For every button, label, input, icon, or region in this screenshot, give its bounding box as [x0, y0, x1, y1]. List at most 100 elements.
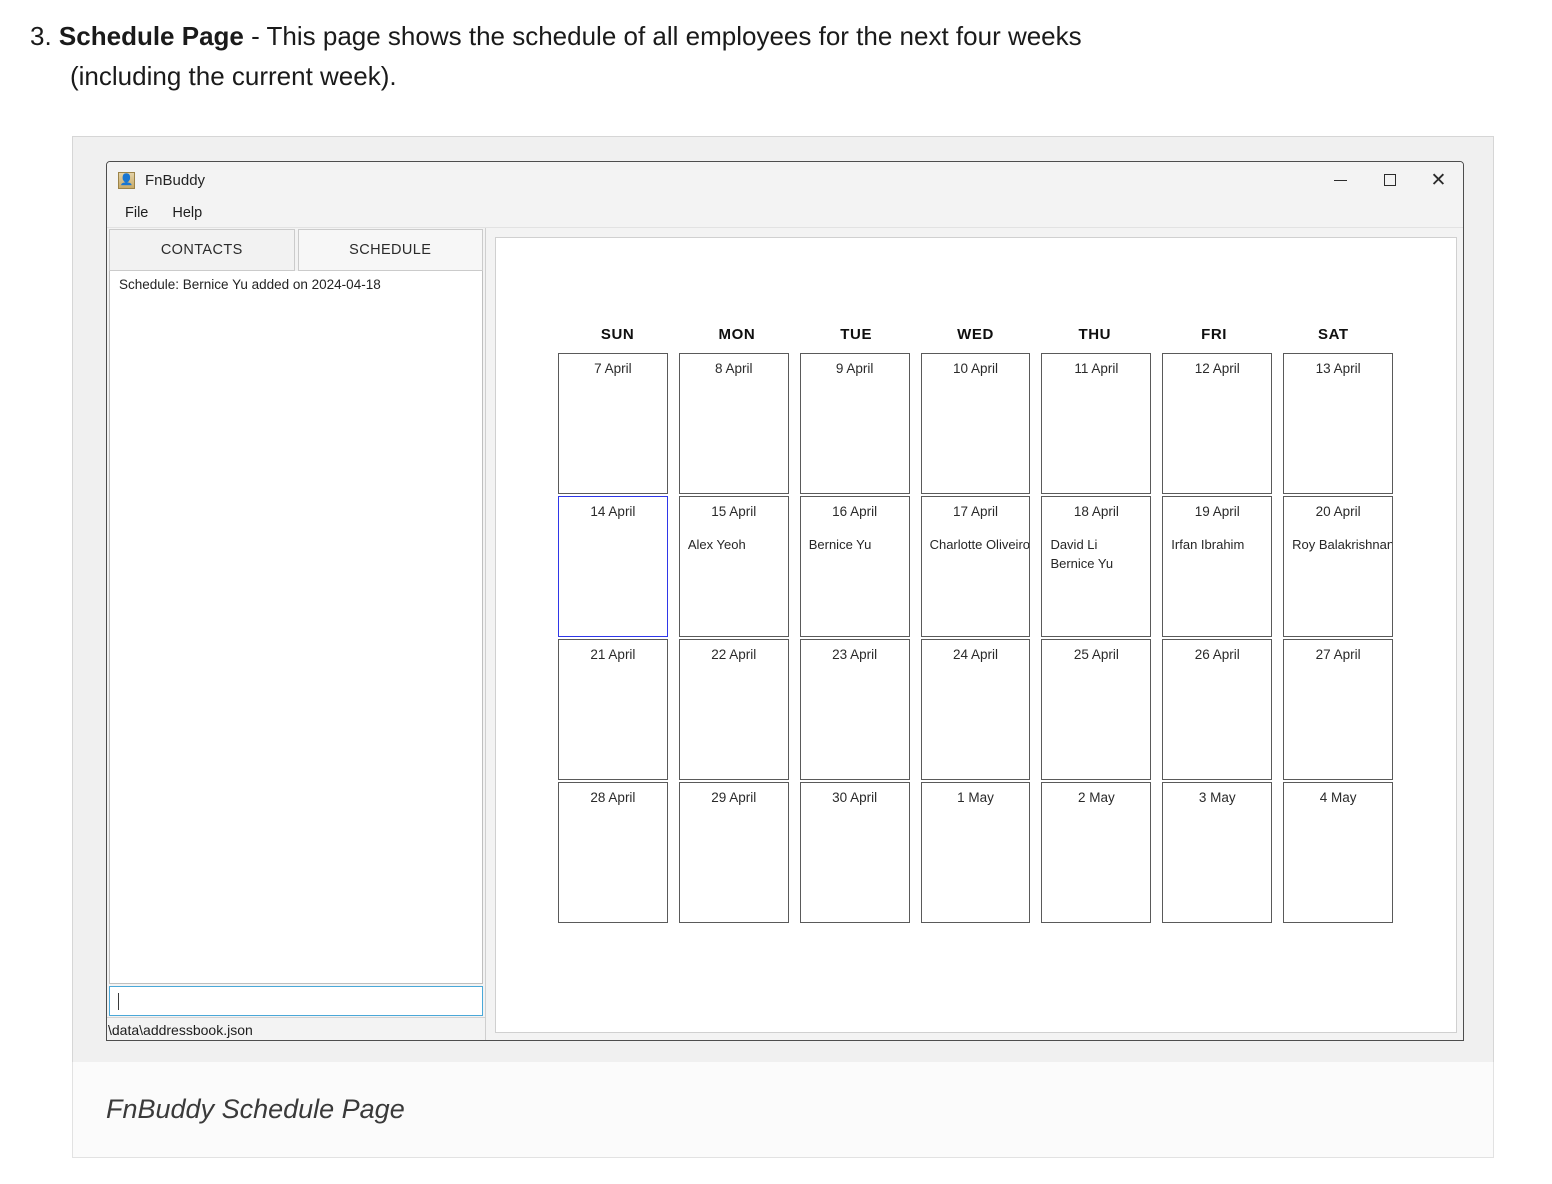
calendar-day-cell[interactable]: 21 April — [558, 639, 668, 780]
calendar-week-row: 21 April 22 April 23 April 24 April 25 April… — [558, 639, 1394, 780]
calendar-day-entries: Irfan Ibrahim — [1169, 535, 1265, 554]
calendar-day-cell[interactable]: 25 April — [1041, 639, 1152, 780]
left-panel: CONTACTS SCHEDULE Schedule: Bernice Yu a… — [107, 228, 486, 1040]
calendar-day-date: 25 April — [1073, 647, 1119, 662]
calendar-day-date: 12 April — [1194, 361, 1240, 376]
calendar-entry-name: Roy Balakrishnan — [1292, 537, 1394, 552]
day-of-week-header-row: SUN MON TUE WED THU FRI SAT — [558, 326, 1393, 343]
figure-container: 👤 FnBuddy ✕ File Help CONTACTS SCHEDULE … — [72, 136, 1494, 1142]
day-header-mon: MON — [718, 326, 756, 343]
calendar-day-date: 13 April — [1315, 361, 1361, 376]
calendar-day-cell[interactable]: 22 April — [678, 639, 789, 780]
calendar-day-date: 18 April — [1073, 504, 1119, 519]
calendar-day-date: 30 April — [832, 790, 878, 805]
calendar-day-date: 29 April — [711, 790, 757, 805]
calendar-day-cell[interactable]: 11 April — [1041, 353, 1152, 494]
window-titlebar: 👤 FnBuddy ✕ — [107, 162, 1463, 198]
calendar-day-date: 8 April — [715, 361, 753, 376]
tab-schedule[interactable]: SCHEDULE — [297, 229, 483, 271]
calendar-day-cell[interactable]: 15 April Alex Yeoh — [678, 496, 789, 637]
right-panel: SUN MON TUE WED THU FRI SAT 7 April 8 Apr… — [486, 228, 1463, 1040]
day-header-sun: SUN — [600, 326, 635, 343]
maximize-button[interactable] — [1365, 162, 1414, 198]
calendar-grid: SUN MON TUE WED THU FRI SAT 7 April 8 Apr… — [558, 326, 1394, 925]
calendar-day-cell[interactable]: 17 April Charlotte Oliveiro — [920, 496, 1031, 637]
calendar-week-row: 28 April 29 April 30 April 1 May 2 May 3 May 4… — [558, 782, 1394, 923]
minimize-button[interactable] — [1316, 162, 1365, 198]
calendar-day-cell[interactable]: 28 April — [558, 782, 668, 923]
calendar-day-date: 11 April — [1074, 361, 1119, 376]
calendar-day-cell[interactable]: 23 April — [799, 639, 910, 780]
calendar-day-date: 28 April — [590, 790, 636, 805]
application-window: 👤 FnBuddy ✕ File Help CONTACTS SCHEDULE … — [106, 161, 1464, 1041]
calendar-day-date: 14 April — [590, 504, 636, 519]
calendar-day-entries: Alex Yeoh — [686, 535, 782, 554]
calendar-day-entries: David Li Bernice Yu — [1048, 535, 1144, 573]
calendar-day-date: 1 May — [957, 790, 994, 805]
menu-bar: File Help — [107, 198, 1463, 228]
window-title: FnBuddy — [145, 171, 206, 189]
close-icon: ✕ — [1430, 169, 1447, 191]
calendar-entry-name: Bernice Yu — [808, 537, 872, 552]
calendar-entry-name: Irfan Ibrahim — [1171, 537, 1245, 552]
day-header-wed: WED — [957, 326, 994, 343]
result-display-panel[interactable]: Schedule: Bernice Yu added on 2024-04-18 — [109, 271, 483, 984]
section-description-line1: - This page shows the schedule of all em… — [243, 21, 1082, 51]
calendar-day-cell[interactable]: 1 May — [920, 782, 1031, 923]
calendar-day-date: 26 April — [1194, 647, 1240, 662]
calendar-day-entries: Charlotte Oliveiro — [928, 535, 1031, 554]
text-caret — [118, 992, 119, 1010]
calendar-day-cell[interactable]: 26 April — [1162, 639, 1273, 780]
calendar-entry-name: Charlotte Oliveiro — [929, 537, 1031, 552]
close-button[interactable]: ✕ — [1414, 162, 1463, 198]
tab-contacts[interactable]: CONTACTS — [109, 229, 295, 271]
calendar-day-date: 24 April — [952, 647, 999, 662]
calendar-day-date: 4 May — [1319, 790, 1357, 805]
calendar-day-cell[interactable]: 12 April — [1162, 353, 1273, 494]
section-heading: Schedule Page — [58, 21, 244, 51]
maximize-icon — [1383, 174, 1396, 186]
calendar-day-cell[interactable]: 24 April — [920, 639, 1031, 780]
calendar-day-date: 16 April — [832, 504, 878, 519]
calendar-day-date: 23 April — [832, 647, 878, 662]
calendar-day-cell[interactable]: 20 April Roy Balakrishnan — [1283, 496, 1394, 637]
calendar-surface: SUN MON TUE WED THU FRI SAT 7 April 8 Apr… — [495, 237, 1457, 1033]
calendar-day-cell[interactable]: 3 May — [1162, 782, 1273, 923]
calendar-day-date: 2 May — [1077, 790, 1115, 805]
document-intro-paragraph: 3. Schedule Page - This page shows the s… — [30, 16, 1430, 97]
calendar-day-cell[interactable]: 7 April — [558, 353, 668, 494]
calendar-day-cell[interactable]: 19 April Irfan Ibrahim — [1162, 496, 1273, 637]
calendar-day-cell[interactable]: 14 April — [558, 496, 668, 637]
calendar-day-cell[interactable]: 8 April — [678, 353, 789, 494]
calendar-day-cell[interactable]: 2 May — [1041, 782, 1152, 923]
calendar-day-cell[interactable]: 27 April — [1283, 639, 1394, 780]
calendar-day-cell[interactable]: 4 May — [1283, 782, 1394, 923]
calendar-day-cell[interactable]: 30 April — [799, 782, 910, 923]
status-bar: \data\addressbook.json — [107, 1017, 485, 1040]
calendar-week-row: 7 April 8 April 9 April 10 April 11 April 12 … — [558, 353, 1394, 494]
calendar-day-cell[interactable]: 9 April — [799, 353, 910, 494]
calendar-day-cell[interactable]: 16 April Bernice Yu — [799, 496, 910, 637]
command-input-box[interactable] — [109, 986, 483, 1016]
calendar-day-cell[interactable]: 13 April — [1283, 353, 1394, 494]
calendar-entry-name: David Li — [1050, 537, 1098, 552]
calendar-day-cell[interactable]: 10 April — [920, 353, 1031, 494]
window-body: CONTACTS SCHEDULE Schedule: Bernice Yu a… — [107, 228, 1463, 1040]
calendar-day-cell[interactable]: 18 April David Li Bernice Yu — [1041, 496, 1152, 637]
calendar-day-date: 9 April — [835, 361, 874, 376]
minimize-icon — [1334, 179, 1347, 181]
calendar-day-entries: Roy Balakrishnan — [1290, 535, 1394, 554]
calendar-entry-name: Alex Yeoh — [687, 537, 746, 552]
window-controls: ✕ — [1316, 162, 1463, 198]
calendar-day-cell[interactable]: 29 April — [678, 782, 789, 923]
day-header-thu: THU — [1078, 326, 1112, 343]
person-icon: 👤 — [118, 171, 135, 189]
calendar-day-date: 21 April — [590, 647, 636, 662]
calendar-day-date: 3 May — [1198, 790, 1236, 805]
day-header-sat: SAT — [1317, 326, 1349, 343]
calendar-entry-name: Bernice Yu — [1050, 556, 1114, 572]
day-header-tue: TUE — [840, 326, 873, 343]
menu-item-help[interactable]: Help — [172, 202, 214, 224]
list-number: 3. — [30, 21, 52, 51]
menu-item-file[interactable]: File — [125, 202, 160, 224]
